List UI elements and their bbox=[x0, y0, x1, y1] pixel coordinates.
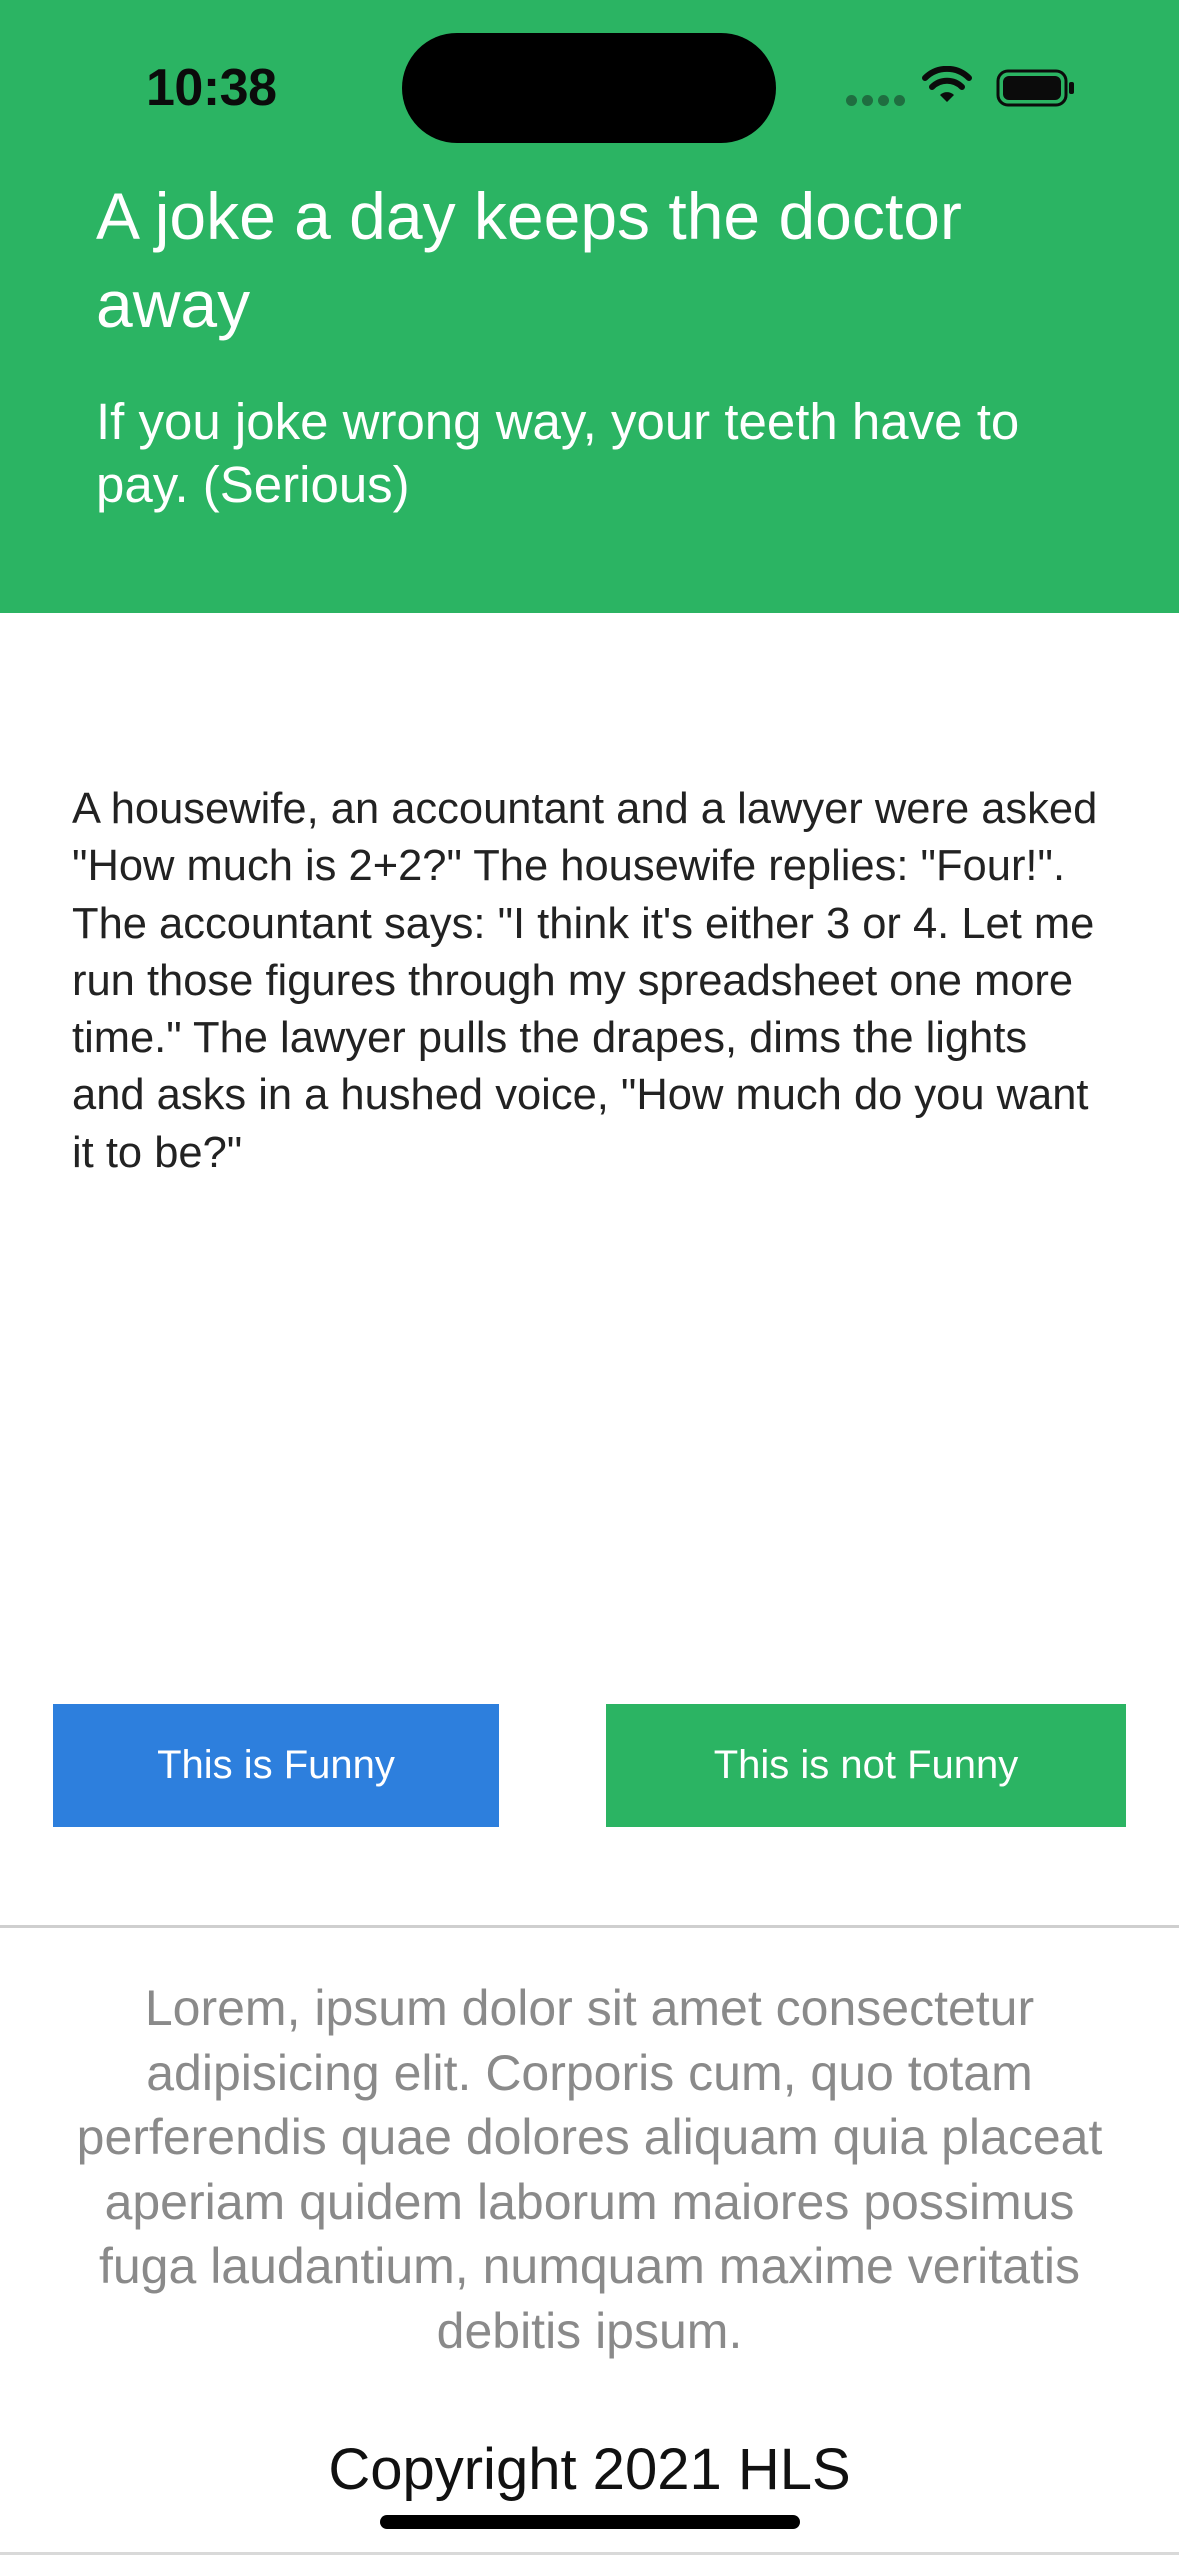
footer-divider bbox=[0, 1925, 1179, 1928]
dynamic-island bbox=[402, 33, 776, 143]
footer-description: Lorem, ipsum dolor sit amet consectetur … bbox=[76, 1980, 1103, 2359]
bottom-divider bbox=[0, 2552, 1179, 2555]
app-screen: 10:38 A joke a day keeps the doctor away… bbox=[0, 0, 1179, 2556]
not-funny-button[interactable]: This is not Funny bbox=[606, 1704, 1126, 1827]
header: 10:38 A joke a day keeps the doctor away… bbox=[0, 0, 1179, 613]
battery-icon bbox=[996, 69, 1074, 107]
joke-text: A housewife, an accountant and a lawyer … bbox=[72, 785, 1098, 1177]
status-time: 10:38 bbox=[146, 59, 277, 117]
wifi-icon bbox=[922, 66, 972, 102]
page-title: A joke a day keeps the doctor away bbox=[96, 179, 962, 341]
copyright-text: Copyright 2021 HLS bbox=[328, 2437, 851, 2502]
page-subtitle: If you joke wrong way, your teeth have t… bbox=[96, 393, 1020, 513]
cellular-signal-icon bbox=[846, 95, 906, 107]
home-indicator[interactable] bbox=[380, 2515, 800, 2529]
funny-button[interactable]: This is Funny bbox=[53, 1704, 499, 1827]
